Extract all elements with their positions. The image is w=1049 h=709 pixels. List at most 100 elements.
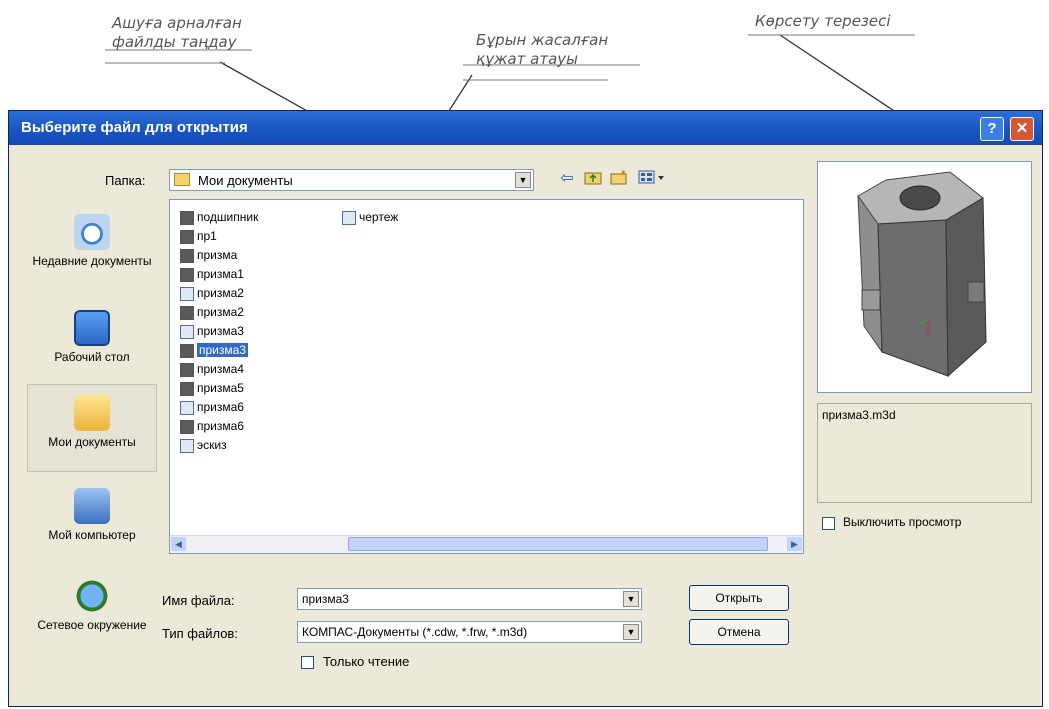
- disable-preview-checkbox[interactable]: [822, 517, 835, 530]
- file-item[interactable]: пр1: [180, 227, 217, 246]
- part-file-icon: [180, 419, 194, 434]
- cancel-button[interactable]: Отмена: [689, 619, 789, 645]
- my-computer-icon: [74, 488, 110, 524]
- file-item[interactable]: подшипник: [180, 208, 258, 227]
- place-network[interactable]: Сетевое окружение: [27, 578, 157, 632]
- readonly-label: Только чтение: [323, 654, 410, 669]
- horizontal-scrollbar[interactable]: ◀ ▶: [170, 535, 803, 553]
- places-bar: Недавние документы Рабочий стол Мои доку…: [27, 206, 157, 671]
- annotation-created-file-line2: құжат атауы: [476, 50, 578, 68]
- file-item[interactable]: призма: [180, 246, 237, 265]
- scrollbar-thumb[interactable]: [348, 537, 768, 551]
- annotation-created-file: Бұрын жасалған құжат атауы: [476, 31, 608, 69]
- folder-select[interactable]: Мои документы ▼: [169, 169, 534, 191]
- dialog-title: Выберите файл для открытия: [21, 119, 248, 136]
- folder-value: Мои документы: [198, 173, 293, 188]
- drawing-file-icon: [180, 438, 194, 453]
- file-name: призма6: [197, 419, 244, 433]
- part-file-icon: [180, 267, 194, 282]
- recent-documents-icon: [74, 214, 110, 250]
- place-my-computer-label: Мой компьютер: [48, 528, 136, 542]
- file-item[interactable]: призма5: [180, 379, 244, 398]
- file-item[interactable]: призма4: [180, 360, 244, 379]
- chevron-down-icon[interactable]: ▼: [515, 172, 531, 188]
- up-folder-icon[interactable]: [583, 169, 603, 189]
- scroll-right-icon[interactable]: ▶: [787, 537, 802, 551]
- file-name: призма6: [197, 400, 244, 414]
- my-documents-icon: [74, 395, 110, 431]
- disable-preview-label: Выключить просмотр: [843, 515, 962, 529]
- folder-icon: [174, 173, 190, 186]
- file-item[interactable]: призма1: [180, 265, 244, 284]
- part-file-icon: [180, 229, 194, 244]
- filetype-label: Тип файлов:: [162, 626, 238, 641]
- annotation-select-file-line2: файлды таңдау: [112, 33, 237, 51]
- file-name: пр1: [197, 229, 217, 243]
- preview-panel: [817, 161, 1032, 393]
- desktop-icon: [74, 310, 110, 346]
- file-item[interactable]: эскиз: [180, 436, 227, 455]
- preview-filename: призма3.m3d: [822, 408, 896, 422]
- file-item[interactable]: призма6: [180, 417, 244, 436]
- file-item[interactable]: призма2: [180, 303, 244, 322]
- file-item-selected[interactable]: призма3: [180, 341, 248, 360]
- file-name: призма3: [197, 324, 244, 338]
- part-file-icon: [180, 305, 194, 320]
- open-file-dialog: Выберите файл для открытия ? ✕ Папка: Мо…: [8, 110, 1043, 707]
- file-name: призма2: [197, 286, 244, 300]
- dialog-titlebar[interactable]: Выберите файл для открытия ? ✕: [9, 111, 1042, 145]
- drawing-file-icon: [180, 286, 194, 301]
- file-item[interactable]: призма3: [180, 322, 244, 341]
- file-name: призма1: [197, 267, 244, 281]
- part-file-icon: [180, 381, 194, 396]
- annotation-select-file: Ашуға арналған файлды таңдау: [112, 14, 242, 52]
- file-list[interactable]: подшипник пр1 призма призма1 призма2 при…: [169, 199, 804, 554]
- part-file-icon: [180, 210, 194, 225]
- drawing-file-icon: [180, 324, 194, 339]
- filetype-select[interactable]: КОМПАС-Документы (*.cdw, *.frw, *.m3d) ▼: [297, 621, 642, 643]
- file-name: призма3: [197, 343, 248, 357]
- filetype-value: КОМПАС-Документы (*.cdw, *.frw, *.m3d): [302, 625, 528, 639]
- part-file-icon: [180, 248, 194, 263]
- place-recent-documents[interactable]: Недавние документы: [27, 214, 157, 268]
- file-name: призма4: [197, 362, 244, 376]
- close-button[interactable]: ✕: [1010, 117, 1034, 141]
- place-my-documents-label: Мои документы: [48, 435, 136, 449]
- file-name: эскиз: [197, 438, 227, 452]
- annotation-select-file-line1: Ашуға арналған: [112, 14, 242, 32]
- chevron-down-icon[interactable]: ▼: [623, 624, 639, 640]
- file-name: призма2: [197, 305, 244, 319]
- help-button[interactable]: ?: [980, 117, 1004, 141]
- part-file-icon: [180, 343, 194, 358]
- file-name: чертеж: [359, 210, 399, 224]
- file-item[interactable]: чертеж: [342, 208, 398, 227]
- place-network-label: Сетевое окружение: [37, 618, 147, 632]
- back-arrow-icon[interactable]: ⇦: [557, 169, 577, 189]
- part-file-icon: [180, 362, 194, 377]
- filename-value: призма3: [302, 592, 349, 606]
- open-button[interactable]: Открыть: [689, 585, 789, 611]
- file-item[interactable]: призма2: [180, 284, 244, 303]
- file-name: призма5: [197, 381, 244, 395]
- drawing-file-icon: [342, 210, 356, 225]
- annotation-preview-window: Көрсету терезесі: [755, 12, 891, 30]
- annotation-created-file-line1: Бұрын жасалған: [476, 31, 609, 49]
- place-my-documents[interactable]: Мои документы: [27, 384, 157, 472]
- new-folder-icon[interactable]: ✶: [609, 168, 629, 189]
- place-desktop-label: Рабочий стол: [54, 350, 130, 364]
- folder-label: Папка:: [105, 173, 146, 188]
- scroll-left-icon[interactable]: ◀: [171, 537, 186, 551]
- readonly-checkbox[interactable]: [301, 656, 314, 669]
- filename-label: Имя файла:: [162, 593, 235, 608]
- chevron-down-icon[interactable]: ▼: [623, 591, 639, 607]
- drawing-file-icon: [180, 400, 194, 415]
- hex-prism-preview-icon: [857, 171, 987, 378]
- file-item[interactable]: призма6: [180, 398, 244, 417]
- view-menu-icon[interactable]: [637, 169, 667, 189]
- network-icon: [74, 578, 110, 614]
- file-name: призма: [197, 248, 238, 262]
- filename-input[interactable]: призма3 ▼: [297, 588, 642, 610]
- place-desktop[interactable]: Рабочий стол: [27, 310, 157, 364]
- place-recent-documents-label: Недавние документы: [32, 254, 152, 268]
- place-my-computer[interactable]: Мой компьютер: [27, 488, 157, 542]
